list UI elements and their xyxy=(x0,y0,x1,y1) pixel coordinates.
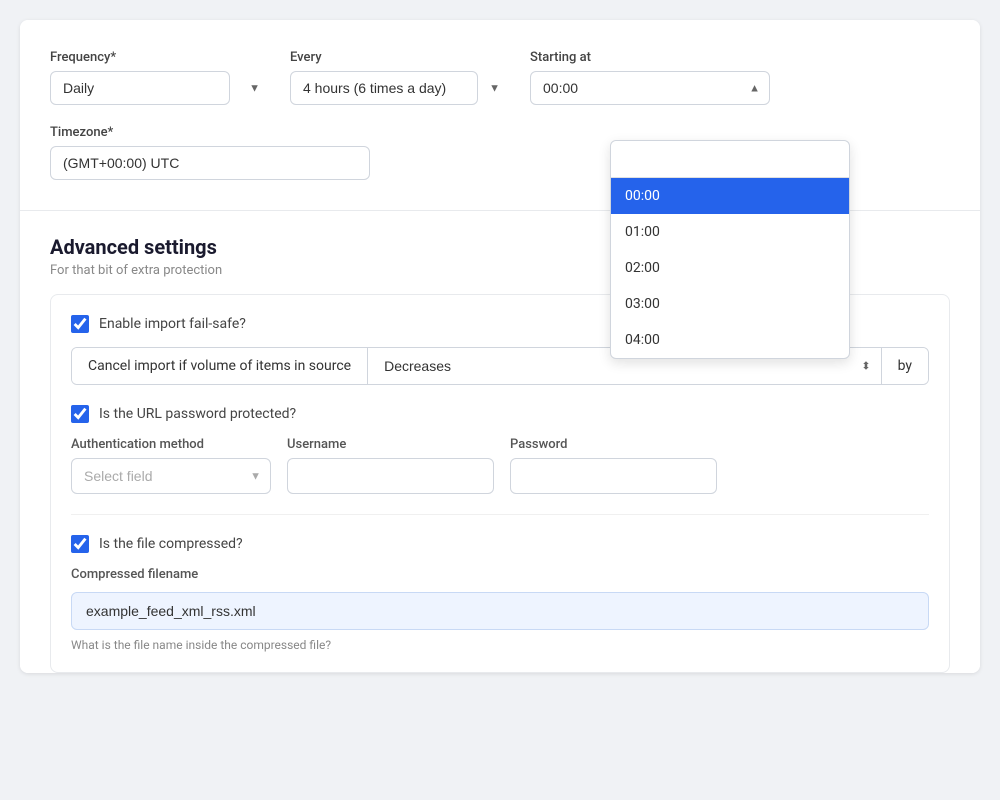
starting-at-select-wrapper: 00:00 01:00 02:00 03:00 04:00 ▲ xyxy=(530,71,770,105)
auth-section: Authentication method Select field Basic… xyxy=(71,437,929,494)
every-select-wrapper: 4 hours (6 times a day) 1 hour 2 hours 6… xyxy=(290,71,510,105)
password-input[interactable] xyxy=(510,458,717,494)
fail-safe-checkbox[interactable] xyxy=(71,315,89,333)
dropdown-item-0100[interactable]: 01:00 xyxy=(611,214,849,250)
every-label: Every xyxy=(290,50,510,65)
starting-at-dropdown: 00:00 01:00 02:00 03:00 04:00 xyxy=(610,140,850,359)
fail-safe-condition-text: Cancel import if volume of items in sour… xyxy=(72,348,368,384)
password-group: Password xyxy=(510,437,717,494)
starting-at-select[interactable]: 00:00 01:00 02:00 03:00 04:00 xyxy=(530,71,770,105)
starting-at-label: Starting at xyxy=(530,50,770,65)
frequency-row: Frequency* Daily Hourly Weekly Monthly ▼… xyxy=(50,50,950,105)
frequency-select-wrapper: Daily Hourly Weekly Monthly ▼ xyxy=(50,71,270,105)
frequency-label: Frequency* xyxy=(50,50,270,65)
url-protected-checkbox-row: Is the URL password protected? xyxy=(71,405,929,423)
auth-method-select[interactable]: Select field Basic Auth Bearer Token API… xyxy=(71,458,271,494)
compressed-label: Is the file compressed? xyxy=(99,536,243,552)
every-select[interactable]: 4 hours (6 times a day) 1 hour 2 hours 6… xyxy=(290,71,478,105)
url-protected-checkbox[interactable] xyxy=(71,405,89,423)
password-label: Password xyxy=(510,437,717,452)
dropdown-search-input[interactable] xyxy=(611,141,849,178)
compressed-filename-input[interactable] xyxy=(71,592,929,630)
auth-method-label: Authentication method xyxy=(71,437,271,452)
username-group: Username xyxy=(287,437,494,494)
compressed-section: Is the file compressed? Compressed filen… xyxy=(71,514,929,652)
timezone-label: Timezone* xyxy=(50,125,950,140)
auth-method-select-wrapper: Select field Basic Auth Bearer Token API… xyxy=(71,458,271,494)
timezone-input[interactable] xyxy=(50,146,370,180)
username-label: Username xyxy=(287,437,494,452)
frequency-chevron-icon: ▼ xyxy=(249,82,260,95)
every-chevron-icon: ▼ xyxy=(489,82,500,95)
fail-safe-by-label: by xyxy=(882,348,928,384)
top-section: Frequency* Daily Hourly Weekly Monthly ▼… xyxy=(20,20,980,211)
fail-safe-label: Enable import fail-safe? xyxy=(99,316,246,332)
compressed-checkbox-row: Is the file compressed? xyxy=(71,535,929,553)
compressed-filename-label: Compressed filename xyxy=(71,567,929,582)
page-container: Frequency* Daily Hourly Weekly Monthly ▼… xyxy=(20,20,980,673)
frequency-select[interactable]: Daily Hourly Weekly Monthly xyxy=(50,71,230,105)
username-input[interactable] xyxy=(287,458,494,494)
frequency-group: Frequency* Daily Hourly Weekly Monthly ▼ xyxy=(50,50,270,105)
url-protected-label: Is the URL password protected? xyxy=(99,406,296,422)
dropdown-item-0300[interactable]: 03:00 xyxy=(611,286,849,322)
starting-at-group: Starting at 00:00 01:00 02:00 03:00 04:0… xyxy=(530,50,770,105)
compressed-checkbox[interactable] xyxy=(71,535,89,553)
dropdown-item-0400[interactable]: 04:00 xyxy=(611,322,849,358)
compressed-hint: What is the file name inside the compres… xyxy=(71,638,929,652)
auth-method-group: Authentication method Select field Basic… xyxy=(71,437,271,494)
dropdown-item-0200[interactable]: 02:00 xyxy=(611,250,849,286)
every-group: Every 4 hours (6 times a day) 1 hour 2 h… xyxy=(290,50,510,105)
auth-row: Authentication method Select field Basic… xyxy=(71,437,929,494)
dropdown-item-0000[interactable]: 00:00 xyxy=(611,178,849,214)
